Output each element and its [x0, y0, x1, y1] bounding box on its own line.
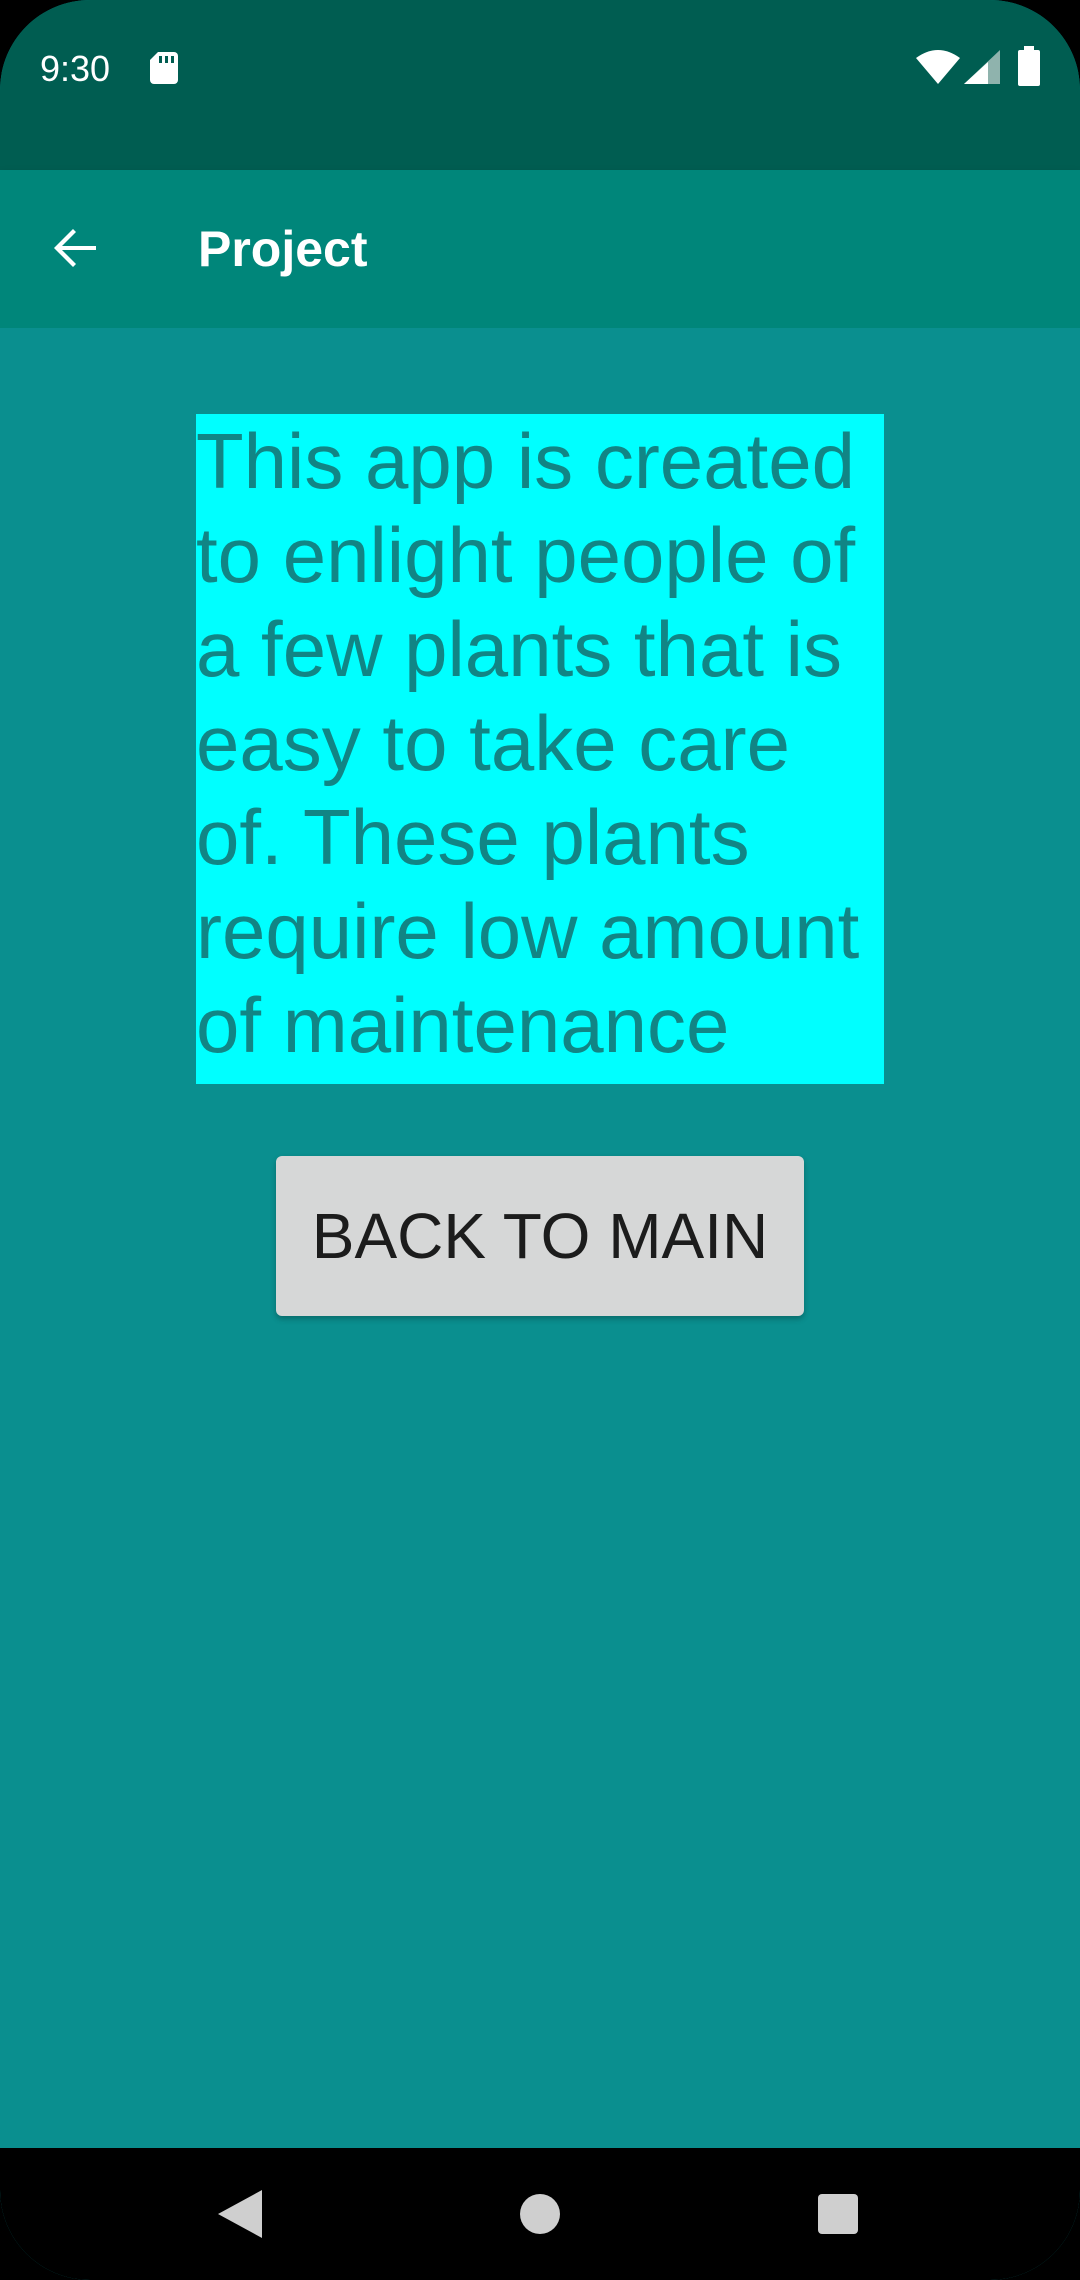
- nav-home-icon[interactable]: [520, 2194, 560, 2234]
- sd-card-icon: [150, 52, 178, 84]
- signal-icon: [964, 50, 1000, 84]
- main-content: This app is created to enlight people of…: [0, 328, 1080, 2148]
- status-time: 9:30: [40, 48, 111, 89]
- nav-back-icon[interactable]: [218, 2190, 262, 2238]
- battery-icon: [1018, 46, 1040, 86]
- description-text: This app is created to enlight people of…: [196, 414, 884, 1084]
- back-to-main-button[interactable]: BACK TO MAIN: [276, 1156, 804, 1316]
- nav-recents-icon[interactable]: [818, 2194, 858, 2234]
- app-bar: Project: [0, 170, 1080, 328]
- back-arrow-icon[interactable]: [44, 216, 108, 280]
- phone-screen: 9:30 Project This app is created to enli…: [0, 0, 1080, 2280]
- wifi-icon: [916, 50, 960, 84]
- page-title: Project: [198, 221, 368, 277]
- status-bar: 9:30: [0, 0, 1080, 170]
- navigation-bar: [0, 2148, 1080, 2280]
